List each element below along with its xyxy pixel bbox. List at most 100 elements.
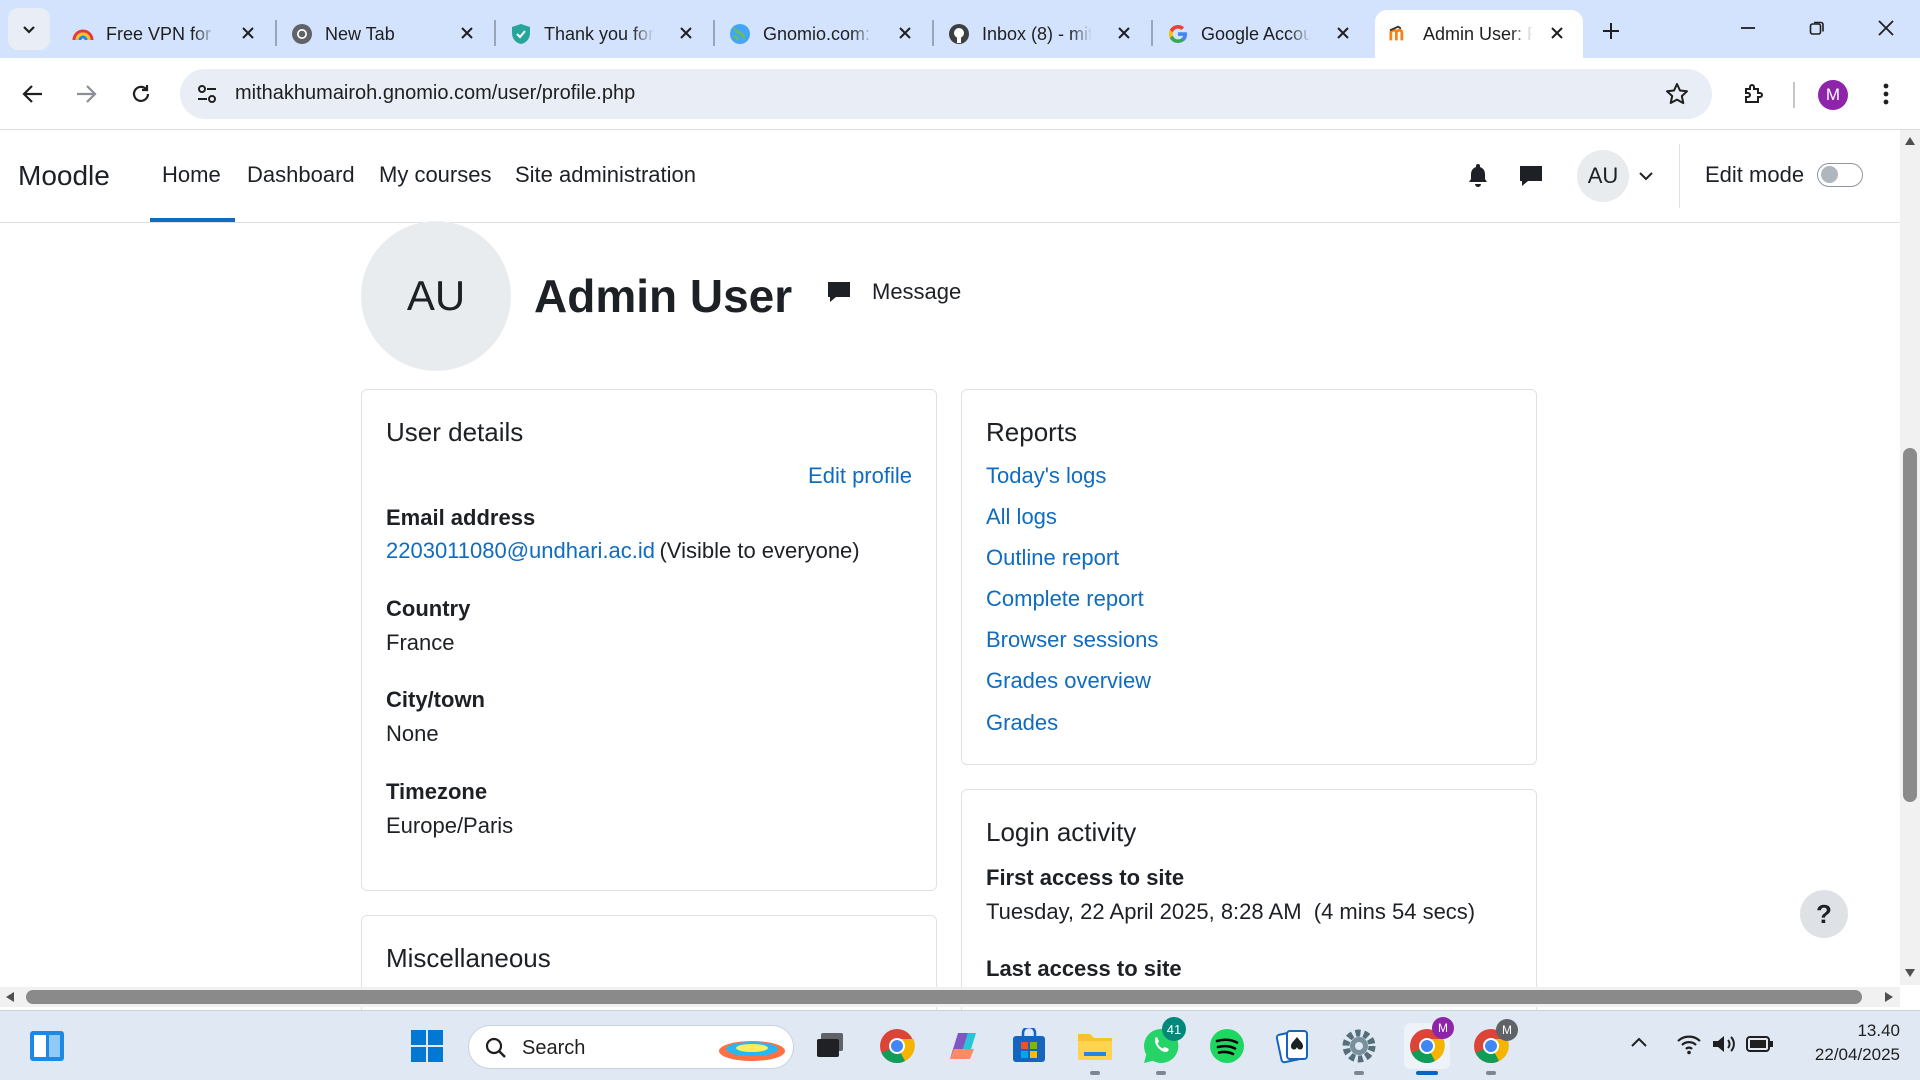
address-bar[interactable]: mithakhumairoh.gnomio.com/user/profile.p…	[180, 69, 1712, 119]
microsoft-store-icon[interactable]	[1008, 1025, 1050, 1067]
search-highlight-icon	[719, 1041, 785, 1061]
card-title: User details	[386, 417, 524, 447]
grades-link[interactable]: Grades	[986, 710, 1058, 736]
close-icon[interactable]	[1545, 21, 1569, 45]
nav-site-administration[interactable]: Site administration	[515, 162, 696, 188]
tab-google-account[interactable]: Google Account	[1153, 10, 1369, 58]
battery-icon[interactable]	[1746, 1035, 1774, 1058]
close-window-button[interactable]	[1866, 8, 1906, 48]
email-link[interactable]: 2203011080@undhari.ac.id	[386, 538, 655, 563]
close-icon	[1878, 20, 1894, 36]
help-button[interactable]: ?	[1800, 890, 1848, 938]
tab-inbox[interactable]: Inbox (8) - mithakhumairoh	[934, 10, 1150, 58]
tab-admin-user[interactable]: Admin User: Public profile	[1375, 10, 1583, 58]
outline-report-link[interactable]: Outline report	[986, 545, 1119, 571]
restore-button[interactable]	[1797, 8, 1837, 48]
profile-avatar-initials: AU	[406, 272, 466, 319]
first-access-value: Tuesday, 22 April 2025, 8:28 AM (4 mins …	[986, 899, 1476, 924]
timezone-value: Europe/Paris	[386, 813, 514, 838]
tab-title: Admin User: Public profile	[1423, 23, 1533, 44]
close-icon[interactable]	[1112, 21, 1136, 45]
close-icon[interactable]	[236, 21, 260, 45]
edit-profile-link[interactable]: Edit profile	[808, 463, 912, 489]
close-icon[interactable]	[1331, 21, 1355, 45]
close-icon[interactable]	[674, 21, 698, 45]
task-view-icon[interactable]	[810, 1025, 852, 1067]
spotify-icon[interactable]	[1206, 1025, 1248, 1067]
extensions-button[interactable]	[1734, 74, 1774, 114]
windows-logo-icon	[411, 1030, 443, 1062]
badge-count: 41	[1166, 1021, 1182, 1037]
taskbar-search[interactable]: Search	[468, 1025, 794, 1069]
chevron-down-icon	[1639, 172, 1653, 181]
tab-new-tab[interactable]: New Tab	[277, 10, 493, 58]
grades-overview-link[interactable]: Grades overview	[986, 668, 1151, 694]
running-indicator	[1486, 1071, 1496, 1075]
edit-mode-toggle[interactable]	[1817, 163, 1863, 187]
profile-header: AU Admin User Message	[361, 221, 1261, 371]
nav-my-courses[interactable]: My courses	[379, 162, 491, 188]
whatsapp-icon[interactable]: 41	[1140, 1017, 1186, 1075]
copilot-icon[interactable]	[942, 1025, 984, 1067]
minimize-button[interactable]	[1728, 8, 1768, 48]
chrome-profile-avatar[interactable]: M	[1818, 80, 1848, 110]
scroll-thumb[interactable]	[1903, 448, 1917, 802]
reload-button[interactable]	[121, 74, 161, 114]
nav-home[interactable]: Home	[162, 162, 221, 188]
scroll-right-icon[interactable]	[1884, 991, 1894, 1003]
widgets-icon[interactable]	[26, 1025, 68, 1067]
scroll-thumb-h[interactable]	[26, 990, 1862, 1004]
badge-initial: M	[1502, 1023, 1512, 1037]
wifi-icon[interactable]	[1676, 1033, 1702, 1060]
bookmark-star-icon[interactable]	[1665, 82, 1689, 111]
tab-free-vpn[interactable]: Free VPN for Chrome	[58, 10, 274, 58]
moodle-brand[interactable]: Moodle	[18, 160, 110, 192]
close-icon[interactable]	[893, 21, 917, 45]
bell-icon[interactable]	[1466, 162, 1490, 193]
user-menu[interactable]: AU	[1577, 150, 1657, 202]
chevron-up-icon	[1631, 1037, 1647, 1047]
url-text[interactable]: mithakhumairoh.gnomio.com/user/profile.p…	[235, 82, 635, 105]
settings-gear-icon[interactable]	[1338, 1025, 1380, 1075]
chrome-icon	[291, 23, 313, 45]
first-access-label: First access to site	[986, 865, 1185, 890]
scroll-left-icon[interactable]	[5, 991, 15, 1003]
message-button[interactable]: Message	[826, 279, 961, 305]
new-tab-button[interactable]	[1594, 14, 1628, 48]
complete-report-link[interactable]: Complete report	[986, 586, 1144, 612]
profile-name: Admin User	[534, 270, 793, 322]
scroll-up-icon[interactable]	[1904, 136, 1916, 146]
browser-toolbar: mithakhumairoh.gnomio.com/user/profile.p…	[0, 58, 1920, 130]
vertical-scrollbar[interactable]	[1900, 130, 1920, 985]
volume-icon[interactable]	[1711, 1033, 1737, 1060]
solitaire-icon[interactable]	[1272, 1025, 1314, 1067]
horizontal-scrollbar[interactable]	[0, 987, 1900, 1007]
tab-search-button[interactable]	[8, 8, 50, 50]
all-logs-link[interactable]: All logs	[986, 504, 1057, 530]
chrome-taskbar-icon[interactable]	[876, 1025, 918, 1067]
show-hidden-icons[interactable]	[1630, 1035, 1648, 1054]
todays-logs-link[interactable]: Today's logs	[986, 463, 1106, 489]
windows-taskbar: Search 41 M M 13.40 22/04/2025	[0, 1010, 1920, 1080]
chrome-profile-taskbar-icon-2[interactable]: M	[1470, 1019, 1518, 1075]
chrome-profile-taskbar-icon[interactable]: M	[1404, 1017, 1454, 1075]
forward-button[interactable]	[66, 74, 106, 114]
tab-title: New Tab	[325, 23, 395, 44]
tab-thank-you[interactable]: Thank you for installing	[496, 10, 712, 58]
card-title: Miscellaneous	[386, 943, 551, 973]
close-icon[interactable]	[455, 21, 479, 45]
file-explorer-icon[interactable]	[1074, 1025, 1116, 1075]
chrome-menu-button[interactable]	[1866, 74, 1906, 114]
tab-gnomio[interactable]: Gnomio.com: free Moodle	[715, 10, 931, 58]
nav-home-active-indicator	[150, 218, 235, 222]
scroll-down-icon[interactable]	[1904, 968, 1916, 978]
email-row: 2203011080@undhari.ac.id (Visible to eve…	[386, 538, 860, 564]
clock[interactable]: 13.40 22/04/2025	[1790, 1019, 1900, 1067]
navbar-divider	[1679, 144, 1680, 208]
start-button[interactable]	[406, 1025, 448, 1067]
site-info-icon[interactable]	[196, 83, 218, 110]
nav-dashboard[interactable]: Dashboard	[247, 162, 355, 188]
browser-sessions-link[interactable]: Browser sessions	[986, 627, 1158, 653]
back-button[interactable]	[13, 74, 53, 114]
messages-icon[interactable]	[1518, 163, 1544, 194]
